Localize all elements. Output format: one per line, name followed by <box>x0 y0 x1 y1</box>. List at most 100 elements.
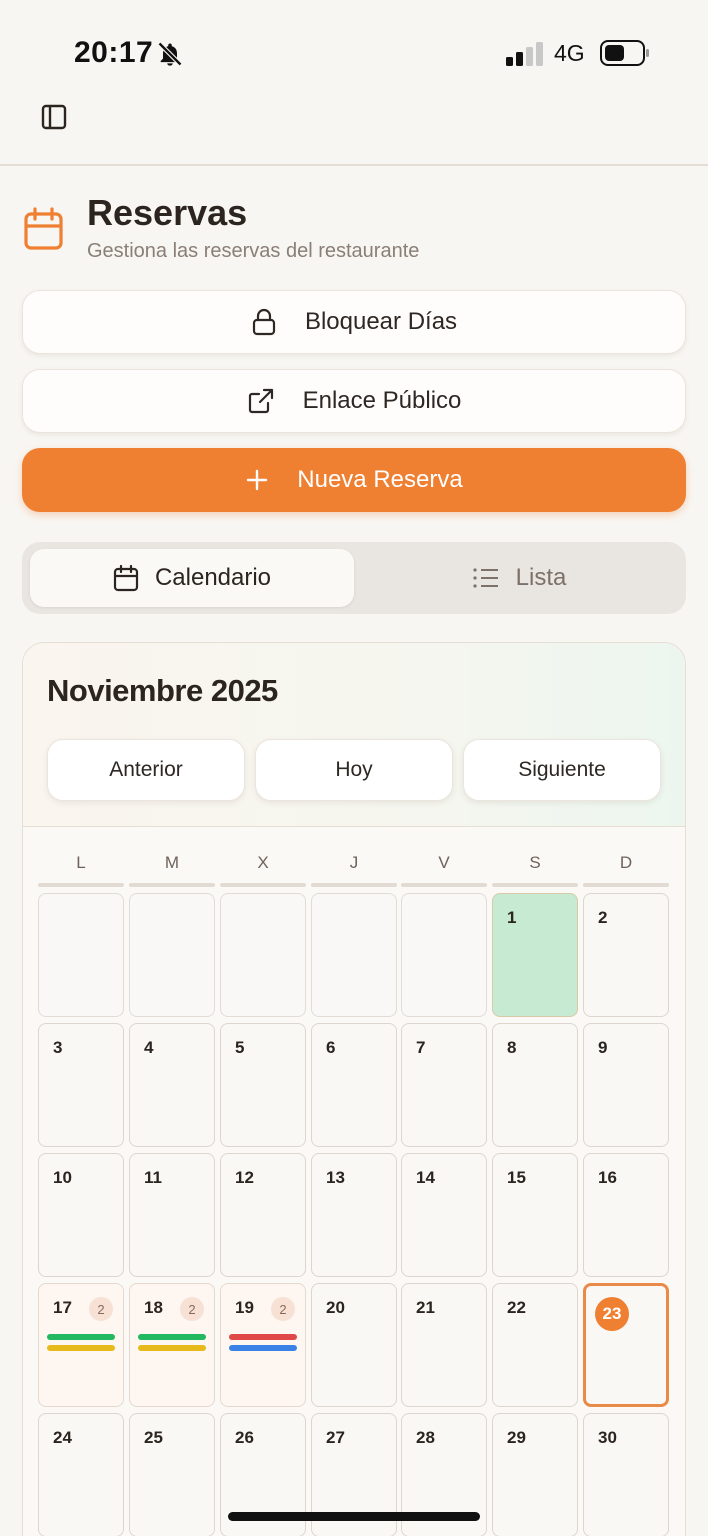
reservation-status-bar <box>47 1334 115 1340</box>
day-cell[interactable]: 15 <box>492 1153 578 1277</box>
weekday-underline <box>129 883 215 887</box>
day-number: 7 <box>416 1038 426 1057</box>
day-cell[interactable]: 3 <box>38 1023 124 1147</box>
day-number: 4 <box>144 1038 154 1057</box>
reservation-count-badge: 2 <box>271 1297 295 1321</box>
weekday-underline <box>583 883 669 887</box>
status-bar: 20:17 4G <box>0 0 708 100</box>
weekday-underline <box>38 883 124 887</box>
list-icon <box>473 568 498 588</box>
day-number: 24 <box>53 1428 72 1447</box>
next-month-button[interactable]: Siguiente <box>463 739 661 801</box>
day-cell[interactable]: 9 <box>583 1023 669 1147</box>
weekday-label: V <box>438 853 450 872</box>
day-cell[interactable]: 25 <box>129 1413 215 1536</box>
day-cell[interactable]: 1 <box>492 893 578 1017</box>
empty-day-cell <box>129 893 215 1017</box>
empty-day-cell <box>311 893 397 1017</box>
block-days-label: Bloquear Días <box>304 308 458 335</box>
empty-day-cell <box>220 893 306 1017</box>
day-number: 16 <box>598 1168 617 1187</box>
calendar-icon <box>24 207 63 250</box>
weekday-label: J <box>349 853 359 872</box>
day-cell[interactable]: 22 <box>492 1283 578 1407</box>
day-cell[interactable]: 16 <box>583 1153 669 1277</box>
day-cell[interactable]: 4 <box>129 1023 215 1147</box>
day-cell[interactable]: 20 <box>311 1283 397 1407</box>
battery-icon <box>600 40 649 66</box>
tab-list[interactable]: Lista <box>360 549 678 607</box>
reservation-count-badge: 2 <box>89 1297 113 1321</box>
weekday-underline <box>311 883 397 887</box>
new-reservation-label: Nueva Reserva <box>297 466 463 493</box>
day-number: 11 <box>144 1168 162 1187</box>
day-number: 15 <box>507 1168 526 1187</box>
day-cell[interactable]: 5 <box>220 1023 306 1147</box>
weekday-label: S <box>529 853 541 872</box>
empty-day-cell <box>38 893 124 1017</box>
day-number: 30 <box>598 1428 617 1447</box>
calendar-header: Noviembre 2025 Anterior Hoy Siguiente <box>23 643 685 827</box>
day-cell[interactable]: 17 2 <box>38 1283 124 1407</box>
day-number: 8 <box>507 1038 517 1057</box>
day-cell[interactable]: 12 <box>220 1153 306 1277</box>
calendar-icon <box>113 564 139 592</box>
day-cell[interactable]: 29 <box>492 1413 578 1536</box>
tab-calendar[interactable]: Calendario <box>30 549 354 607</box>
page-subtitle: Gestiona las reservas del restaurante <box>87 240 420 262</box>
lock-icon <box>252 308 276 336</box>
day-cell[interactable]: 14 <box>401 1153 487 1277</box>
reservation-status-bar <box>138 1334 206 1340</box>
day-cell[interactable]: 24 <box>38 1413 124 1536</box>
plus-icon <box>247 469 268 491</box>
reservation-status-bar <box>138 1345 206 1351</box>
bell-off-icon <box>157 41 183 67</box>
sidebar-toggle-icon[interactable] <box>38 100 72 134</box>
block-days-button[interactable]: Bloquear Días <box>22 290 686 354</box>
page-title: Reservas <box>87 192 248 233</box>
day-number: 20 <box>326 1298 345 1317</box>
day-number: 28 <box>416 1428 435 1447</box>
reservation-count-badge: 2 <box>180 1297 204 1321</box>
previous-month-button[interactable]: Anterior <box>47 739 245 801</box>
month-title: Noviembre 2025 <box>47 673 278 708</box>
day-number: 13 <box>326 1168 345 1187</box>
day-number: 23 <box>595 1297 629 1331</box>
day-cell[interactable]: 19 2 <box>220 1283 306 1407</box>
day-cell[interactable]: 13 <box>311 1153 397 1277</box>
view-switcher: Calendario Lista <box>22 542 686 614</box>
home-indicator <box>228 1512 480 1521</box>
day-number: 5 <box>235 1038 245 1057</box>
reservation-status-bar <box>47 1345 115 1351</box>
day-cell[interactable]: 7 <box>401 1023 487 1147</box>
new-reservation-button[interactable]: Nueva Reserva <box>22 448 686 512</box>
day-number: 27 <box>326 1428 345 1447</box>
day-number: 25 <box>144 1428 163 1447</box>
day-number: 2 <box>598 908 608 927</box>
day-cell[interactable]: 30 <box>583 1413 669 1536</box>
day-number: 14 <box>416 1168 435 1187</box>
day-number: 3 <box>53 1038 63 1057</box>
day-cell[interactable]: 8 <box>492 1023 578 1147</box>
network-label: 4G <box>554 40 585 66</box>
day-number: 29 <box>507 1428 526 1447</box>
status-time: 20:17 <box>74 36 154 69</box>
day-cell[interactable]: 18 2 <box>129 1283 215 1407</box>
tab-list-label: Lista <box>515 564 567 591</box>
public-link-label: Enlace Público <box>302 387 462 414</box>
day-cell[interactable]: 2 <box>583 893 669 1017</box>
empty-day-cell <box>401 893 487 1017</box>
day-cell-today[interactable]: 23 <box>583 1283 669 1407</box>
day-cell[interactable]: 6 <box>311 1023 397 1147</box>
day-number: 17 <box>53 1298 72 1317</box>
day-cell[interactable]: 21 <box>401 1283 487 1407</box>
day-number: 18 <box>144 1298 163 1317</box>
day-cell[interactable]: 11 <box>129 1153 215 1277</box>
today-button[interactable]: Hoy <box>255 739 453 801</box>
reservation-status-bar <box>229 1345 297 1351</box>
weekday-label: L <box>76 853 86 872</box>
day-cell[interactable]: 10 <box>38 1153 124 1277</box>
weekday-label: D <box>619 853 633 872</box>
weekday-underline <box>401 883 487 887</box>
public-link-button[interactable]: Enlace Público <box>22 369 686 433</box>
